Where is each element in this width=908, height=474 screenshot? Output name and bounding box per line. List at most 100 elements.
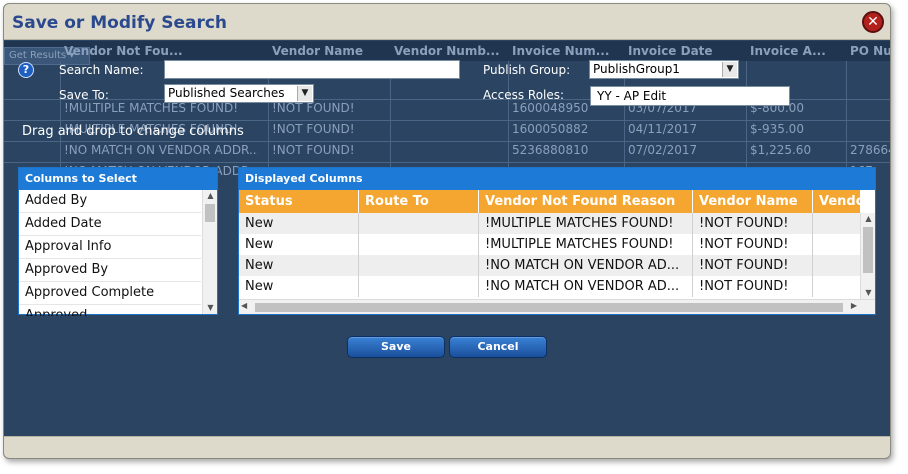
table-row: New !NO MATCH ON VENDOR AD... !NOT FOUND! xyxy=(239,276,861,297)
access-roles-value: YY - AP Edit xyxy=(597,89,667,103)
publish-group-select[interactable]: PublishGroup1 ▼ xyxy=(589,60,739,79)
scroll-up-icon[interactable]: ▲ xyxy=(203,190,218,202)
table-cell xyxy=(813,255,861,276)
scroll-down-icon[interactable]: ▼ xyxy=(861,287,876,299)
table-cell: !NO MATCH ON VENDOR AD... xyxy=(479,276,693,297)
columns-to-select-title: Columns to Select xyxy=(19,168,217,190)
table-cell xyxy=(813,276,861,297)
dialog-footer-bar xyxy=(4,436,890,458)
help-icon[interactable]: ? xyxy=(18,62,34,78)
scroll-down-icon[interactable]: ▼ xyxy=(203,302,218,314)
background-column-divider xyxy=(508,61,509,171)
scrollbar-thumb[interactable] xyxy=(863,227,873,273)
table-cell: New xyxy=(239,276,359,297)
access-roles-list[interactable]: YY - AP Edit xyxy=(590,86,790,106)
background-column-header: Vendor Numb... xyxy=(394,44,500,58)
dialog-title: Save or Modify Search xyxy=(12,13,228,33)
column-option[interactable]: Added By xyxy=(19,190,201,213)
table-cell: New xyxy=(239,213,359,234)
displayed-column-header[interactable]: Status xyxy=(239,190,359,213)
displayed-column-header[interactable]: Route To xyxy=(359,190,479,213)
background-cell: !MULTIPLE MATCHES FOUND! xyxy=(64,101,238,115)
background-cell: $1,225.60 xyxy=(750,143,812,157)
column-option[interactable]: Approved Complete xyxy=(19,282,201,305)
background-column-header: Vendor Name xyxy=(272,44,364,58)
background-column-divider xyxy=(846,61,847,171)
cancel-button[interactable]: Cancel xyxy=(449,336,547,358)
chevron-down-icon: ▼ xyxy=(297,86,312,101)
displayed-columns-panel: Displayed Columns Status Route To Vendor N… xyxy=(238,167,876,315)
background-cell: !NOT FOUND! xyxy=(272,101,355,115)
save-to-select[interactable]: Published Searches ▼ xyxy=(164,84,314,103)
background-row-divider xyxy=(4,141,890,142)
background-cell: 5236880810 xyxy=(512,143,589,157)
scrollbar-thumb[interactable] xyxy=(255,303,843,312)
background-cell: 04/11/2017 xyxy=(628,122,698,136)
columns-list-scrollbar[interactable]: ▲ ▼ xyxy=(202,190,217,314)
table-cell: !NO MATCH ON VENDOR AD... xyxy=(479,255,693,276)
table-row: New !NO MATCH ON VENDOR AD... !NOT FOUND! xyxy=(239,255,861,276)
column-option[interactable]: Approved By xyxy=(19,259,201,282)
background-cell: 07/02/2017 xyxy=(628,143,698,157)
table-cell xyxy=(359,276,479,297)
scroll-left-icon[interactable]: ◀ xyxy=(241,301,247,310)
displayed-column-header[interactable]: Vendor Name xyxy=(693,190,813,213)
access-roles-label: Access Roles: xyxy=(483,88,565,102)
publish-group-value: PublishGroup1 xyxy=(593,62,680,76)
displayed-columns-header: Status Route To Vendor Not Found Reason Ven… xyxy=(239,190,861,213)
background-column-header: Invoice A... xyxy=(750,44,826,58)
close-icon[interactable]: ✕ xyxy=(862,11,884,33)
table-cell: !MULTIPLE MATCHES FOUND! xyxy=(479,234,693,255)
table-cell xyxy=(359,213,479,234)
table-cell: !NOT FOUND! xyxy=(693,276,813,297)
scroll-up-icon[interactable]: ▲ xyxy=(861,213,876,225)
table-cell: !NOT FOUND! xyxy=(693,234,813,255)
background-column-divider xyxy=(60,61,61,171)
background-column-header: Invoice Num... xyxy=(512,44,610,58)
table-cell: !NOT FOUND! xyxy=(693,213,813,234)
background-cell: !NO MATCH ON VENDOR ADDR... xyxy=(64,143,258,157)
drag-drop-hint: Drag and drop to change columns xyxy=(22,124,244,139)
background-cell: !NOT FOUND! xyxy=(272,143,355,157)
search-name-input[interactable] xyxy=(164,60,460,79)
dialog-titlebar: Save or Modify Search ✕ xyxy=(4,4,890,40)
scrollbar-thumb[interactable] xyxy=(205,204,215,222)
publish-group-label: Publish Group: xyxy=(483,63,571,77)
save-button[interactable]: Save xyxy=(347,336,445,358)
search-name-label: Search Name: xyxy=(59,63,144,77)
grid-horizontal-scrollbar[interactable]: ◀ ▶ xyxy=(239,299,875,314)
save-to-label: Save To: xyxy=(59,88,109,102)
column-option[interactable]: Approval Info xyxy=(19,236,201,259)
displayed-column-header[interactable]: Vendor Not Found Reason xyxy=(479,190,693,213)
background-cell: $-935.00 xyxy=(750,122,804,136)
table-row: New !MULTIPLE MATCHES FOUND! !NOT FOUND! xyxy=(239,213,861,234)
table-cell xyxy=(813,234,861,255)
table-cell xyxy=(359,255,479,276)
displayed-column-header[interactable]: Vendor xyxy=(813,190,861,213)
background-column-header: Invoice Date xyxy=(628,44,713,58)
background-cell: 1600050882 xyxy=(512,122,589,136)
save-to-value: Published Searches xyxy=(168,86,285,100)
table-cell: New xyxy=(239,234,359,255)
background-cell: !NOT FOUND! xyxy=(272,122,355,136)
table-row: New !MULTIPLE MATCHES FOUND! !NOT FOUND! xyxy=(239,234,861,255)
column-option[interactable]: Added Date xyxy=(19,213,201,236)
grid-vertical-scrollbar[interactable]: ▲ ▼ xyxy=(860,213,875,299)
table-cell: !MULTIPLE MATCHES FOUND! xyxy=(479,213,693,234)
background-cell: 278664 xyxy=(850,143,890,157)
save-modify-search-dialog: Get Results ▾ Vendor Not Fou... Vendor Na… xyxy=(3,3,891,459)
columns-to-select-panel: Columns to Select Added By Added Date Appr… xyxy=(18,167,218,316)
background-column-header: PO Nu... xyxy=(850,44,891,58)
background-row-divider xyxy=(4,120,890,121)
table-cell xyxy=(813,213,861,234)
background-column-divider xyxy=(746,61,747,171)
chevron-down-icon: ▼ xyxy=(722,62,737,77)
background-column-header: Vendor Not Fou... xyxy=(64,44,183,58)
columns-to-select-list: Added By Added Date Approval Info Approved … xyxy=(19,190,201,316)
table-cell xyxy=(359,234,479,255)
column-option[interactable]: Approved... xyxy=(19,305,201,316)
table-cell: New xyxy=(239,255,359,276)
scroll-right-icon[interactable]: ▶ xyxy=(851,301,857,310)
displayed-columns-title: Displayed Columns xyxy=(239,168,875,190)
table-cell: !NOT FOUND! xyxy=(693,255,813,276)
